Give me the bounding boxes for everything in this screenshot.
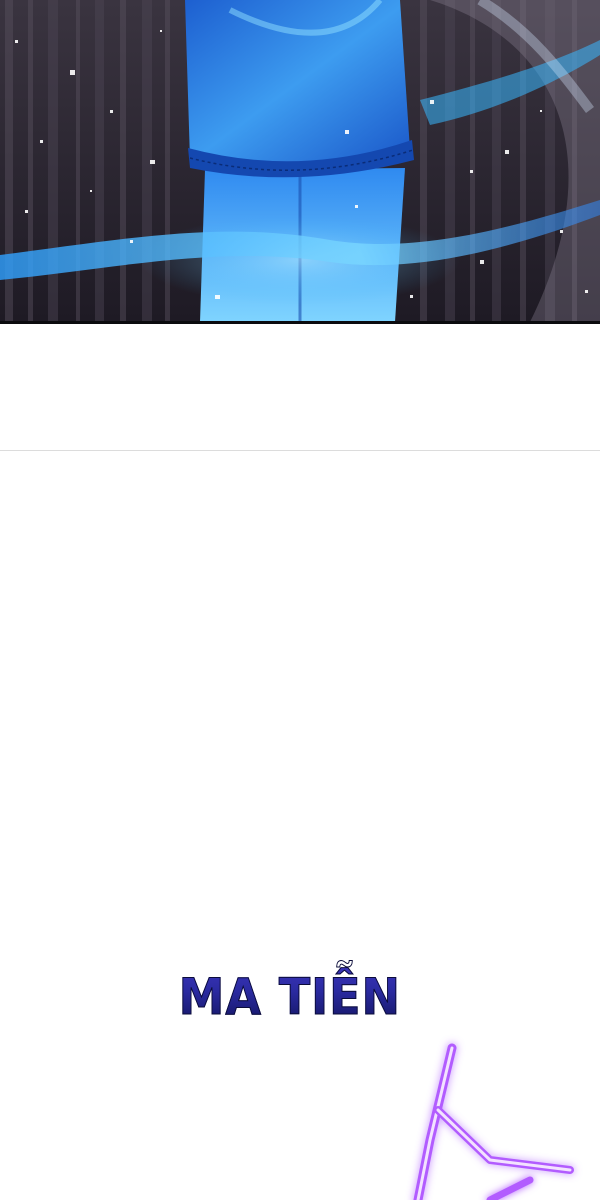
panel-divider bbox=[0, 450, 600, 451]
panel-border bbox=[0, 321, 600, 324]
sfx-container: MA TIỄN bbox=[0, 968, 580, 1027]
top-comic-panel bbox=[0, 0, 600, 322]
scene-illustration bbox=[0, 0, 600, 322]
sfx-text: MA TIỄN bbox=[178, 968, 402, 1027]
purple-energy-icon bbox=[413, 1043, 574, 1200]
